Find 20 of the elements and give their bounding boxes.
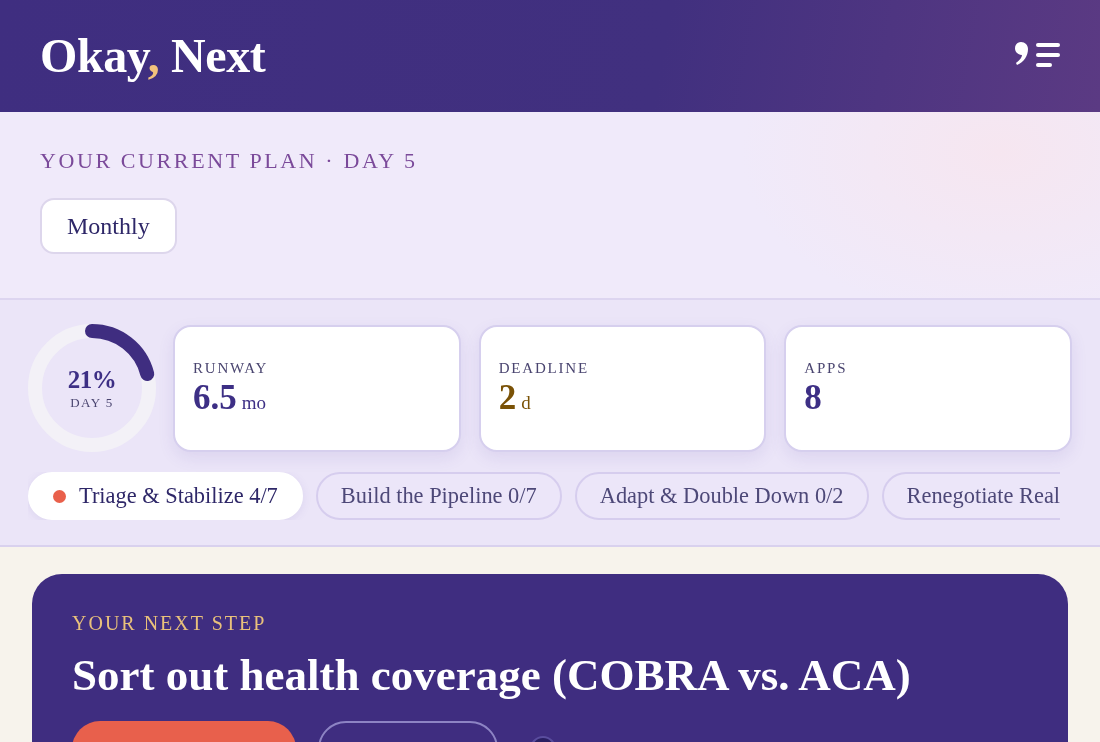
stat-value: 2 bbox=[498, 377, 517, 418]
phase-tab[interactable]: Renegotiate Real bbox=[881, 472, 1061, 520]
current-dot-icon bbox=[53, 489, 66, 503]
period-button[interactable]: Monthly bbox=[40, 198, 177, 254]
progress-percent: 21% bbox=[67, 365, 117, 394]
stat-label: DEADLINE bbox=[498, 358, 589, 377]
progress-caption: DAY 5 bbox=[70, 394, 114, 411]
next-step-label: YOUR NEXT STEP bbox=[72, 611, 267, 635]
next-step-title: Sort out health coverage (COBRA vs. ACA) bbox=[72, 649, 911, 702]
stat-value: 6.5 bbox=[193, 377, 237, 418]
stat-label: RUNWAY bbox=[193, 358, 269, 377]
stat-value: 8 bbox=[804, 377, 822, 418]
phase-tab[interactable]: Build the Pipeline 0/7 bbox=[315, 472, 562, 520]
plan-label: YOUR CURRENT PLAN · DAY 5 bbox=[40, 148, 418, 174]
phase-tab[interactable]: Triage & Stabilize 4/7 bbox=[28, 472, 303, 520]
phase-tab[interactable]: Adapt & Double Down 0/2 bbox=[574, 472, 869, 520]
stat-unit: d bbox=[521, 391, 531, 414]
logo: Okay, Next bbox=[40, 32, 266, 80]
stat-unit: mo bbox=[241, 391, 267, 414]
stat-label: APPS bbox=[804, 358, 848, 377]
